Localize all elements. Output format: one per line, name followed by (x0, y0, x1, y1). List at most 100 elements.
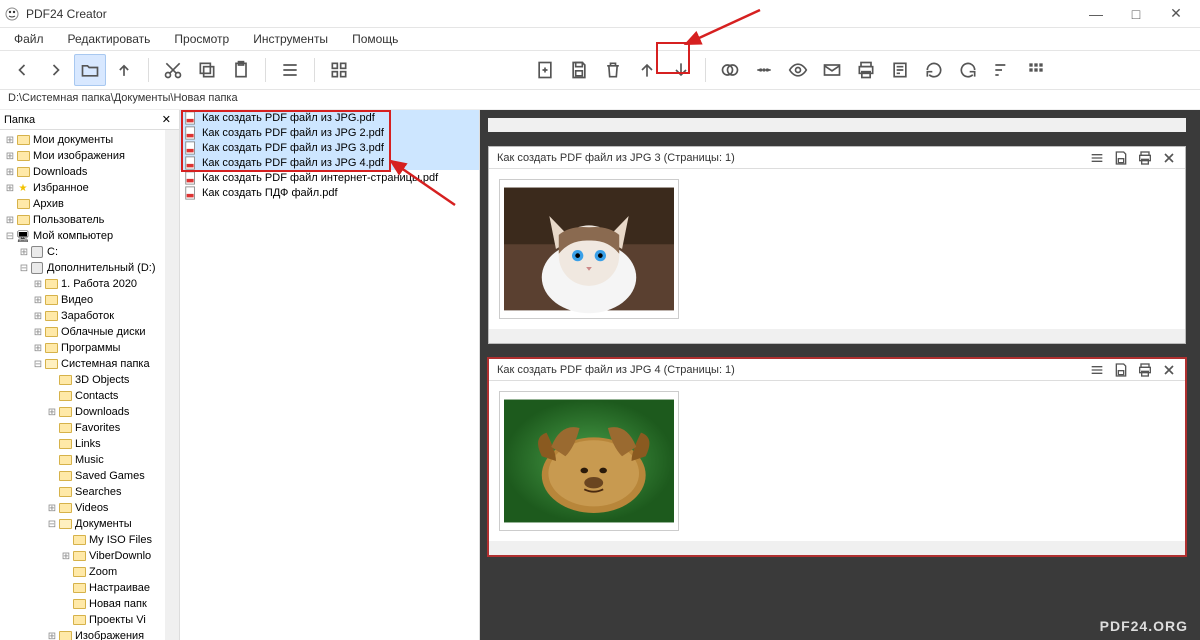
file-item[interactable]: Как создать PDF файл интернет-страницы.p… (180, 170, 479, 185)
menu-edit[interactable]: Редактировать (58, 30, 161, 48)
tree-item[interactable]: 3D Objects (0, 372, 179, 388)
tree-item[interactable]: ⊞Downloads (0, 164, 179, 180)
doc-print-icon[interactable] (1137, 150, 1153, 166)
tree-item[interactable]: Music (0, 452, 179, 468)
file-item[interactable]: Как создать PDF файл из JPG 4.pdf (180, 155, 479, 170)
expand-toggle[interactable]: ⊞ (32, 327, 44, 338)
expand-toggle[interactable]: ⊞ (46, 503, 58, 514)
tree-item[interactable]: ⊞★Избранное (0, 180, 179, 196)
cut-button[interactable] (157, 54, 189, 86)
tree-item[interactable]: ⊟Дополнительный (D:) (0, 260, 179, 276)
expand-toggle[interactable]: ⊞ (60, 551, 72, 562)
new-doc-button[interactable] (529, 54, 561, 86)
move-down-button[interactable] (665, 54, 697, 86)
file-item[interactable]: Как создать PDF файл из JPG 3.pdf (180, 140, 479, 155)
tree-item[interactable]: ⊞Облачные диски (0, 324, 179, 340)
delete-button[interactable] (597, 54, 629, 86)
print-button[interactable] (850, 54, 882, 86)
tree-item[interactable]: ⊟Системная папка (0, 356, 179, 372)
expand-toggle[interactable]: ⊞ (32, 343, 44, 354)
minimize-button[interactable]: — (1076, 0, 1116, 28)
expand-toggle[interactable]: ⊞ (32, 279, 44, 290)
tree-item[interactable]: Saved Games (0, 468, 179, 484)
expand-toggle[interactable]: ⊞ (46, 407, 58, 418)
tree-item[interactable]: ⊞Видео (0, 292, 179, 308)
expand-toggle[interactable]: ⊞ (18, 247, 30, 258)
tree-item[interactable]: Настраивае (0, 580, 179, 596)
doc-menu-icon[interactable] (1089, 150, 1105, 166)
expand-toggle[interactable]: ⊞ (32, 295, 44, 306)
tree-item[interactable]: ⊞Downloads (0, 404, 179, 420)
doc-print-icon[interactable] (1137, 362, 1153, 378)
expand-toggle[interactable]: ⊞ (4, 167, 16, 178)
file-item[interactable]: Как создать ПДФ файл.pdf (180, 185, 479, 200)
open-folder-button[interactable] (74, 54, 106, 86)
sort-button[interactable] (986, 54, 1018, 86)
expand-toggle[interactable]: ⊟ (46, 519, 58, 530)
doc-menu-icon[interactable] (1089, 362, 1105, 378)
doc-save-icon[interactable] (1113, 362, 1129, 378)
tree-item[interactable]: ⊟Документы (0, 516, 179, 532)
tree-item[interactable]: ⊞Изображения (0, 628, 179, 640)
file-item[interactable]: Как создать PDF файл из JPG 2.pdf (180, 125, 479, 140)
page-thumbnail[interactable] (499, 391, 679, 531)
merge-button[interactable] (714, 54, 746, 86)
editor-scrollbar-top[interactable] (488, 118, 1186, 132)
sidebar-scrollbar[interactable] (165, 130, 179, 640)
tree-item[interactable]: Архив (0, 196, 179, 212)
expand-toggle[interactable]: ⊟ (18, 263, 30, 274)
tree-item[interactable]: ⊞C: (0, 244, 179, 260)
expand-toggle[interactable]: ⊟ (32, 359, 44, 370)
close-button[interactable]: ✕ (1156, 0, 1196, 28)
tree-item[interactable]: Links (0, 436, 179, 452)
expand-toggle[interactable]: ⊞ (4, 151, 16, 162)
fax-button[interactable] (884, 54, 916, 86)
expand-toggle[interactable]: ⊟ (4, 231, 16, 242)
tree-item[interactable]: Searches (0, 484, 179, 500)
menu-tools[interactable]: Инструменты (243, 30, 338, 48)
tree-item[interactable]: Новая папк (0, 596, 179, 612)
preview-button[interactable] (782, 54, 814, 86)
up-level-button[interactable] (108, 54, 140, 86)
document-scrollbar[interactable] (489, 329, 1185, 343)
list-view-button[interactable] (274, 54, 306, 86)
expand-toggle[interactable]: ⊞ (4, 215, 16, 226)
page-thumbnail[interactable] (499, 179, 679, 319)
copy-button[interactable] (191, 54, 223, 86)
forward-button[interactable] (40, 54, 72, 86)
maximize-button[interactable]: □ (1116, 0, 1156, 28)
grid-view-button[interactable] (323, 54, 355, 86)
tree-item[interactable]: ⊞Мои документы (0, 132, 179, 148)
move-up-button[interactable] (631, 54, 663, 86)
tree-item[interactable]: ⊞Videos (0, 500, 179, 516)
file-item[interactable]: Как создать PDF файл из JPG.pdf (180, 110, 479, 125)
tree-item[interactable]: ⊞1. Работа 2020 (0, 276, 179, 292)
split-button[interactable] (748, 54, 780, 86)
email-button[interactable] (816, 54, 848, 86)
back-button[interactable] (6, 54, 38, 86)
expand-toggle[interactable]: ⊞ (4, 135, 16, 146)
thumbnails-button[interactable] (1020, 54, 1052, 86)
doc-close-icon[interactable] (1161, 150, 1177, 166)
file-list[interactable]: Как создать PDF файл из JPG.pdfКак созда… (180, 110, 480, 640)
tree-item[interactable]: Проекты Vi (0, 612, 179, 628)
sidebar-close-button[interactable]: ✕ (158, 113, 175, 126)
tree-item[interactable]: Favorites (0, 420, 179, 436)
menu-view[interactable]: Просмотр (164, 30, 239, 48)
expand-toggle[interactable]: ⊞ (46, 631, 58, 640)
expand-toggle[interactable]: ⊞ (32, 311, 44, 322)
menu-file[interactable]: Файл (4, 30, 54, 48)
tree-item[interactable]: My ISO Files (0, 532, 179, 548)
tree-item[interactable]: ⊞Пользователь (0, 212, 179, 228)
expand-toggle[interactable]: ⊞ (4, 183, 16, 194)
rotate-cw-button[interactable] (952, 54, 984, 86)
rotate-ccw-button[interactable] (918, 54, 950, 86)
save-button[interactable] (563, 54, 595, 86)
menu-help[interactable]: Помощь (342, 30, 408, 48)
tree-item[interactable]: ⊞Мои изображения (0, 148, 179, 164)
folder-tree[interactable]: ⊞Мои документы⊞Мои изображения⊞Downloads… (0, 130, 179, 640)
document-scrollbar[interactable] (489, 541, 1185, 555)
tree-item[interactable]: ⊟🖥Мой компьютер (0, 228, 179, 244)
document-panel[interactable]: Как создать PDF файл из JPG 4 (Страницы:… (488, 358, 1186, 556)
tree-item[interactable]: Contacts (0, 388, 179, 404)
